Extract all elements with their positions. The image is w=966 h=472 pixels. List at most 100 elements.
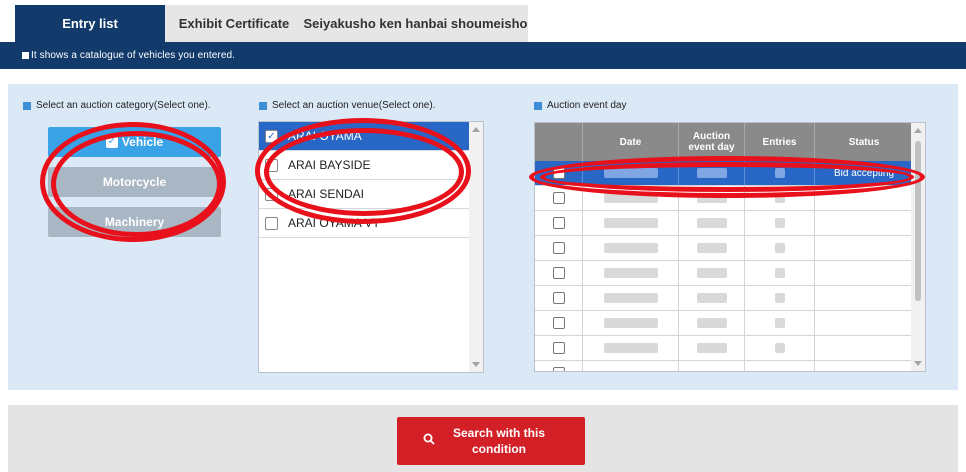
status-cell xyxy=(815,236,913,260)
scroll-down-arrow-icon[interactable] xyxy=(472,362,480,367)
checkbox-icon[interactable] xyxy=(552,217,565,229)
redacted-cell xyxy=(745,236,815,260)
checkbox-icon[interactable] xyxy=(552,342,565,354)
category-motorcycle-button[interactable]: Motorcycle xyxy=(48,167,221,197)
redacted-value xyxy=(603,218,658,228)
redacted-cell xyxy=(745,286,815,310)
scroll-up-arrow-icon[interactable] xyxy=(914,128,922,133)
tab-exhibit-certificate[interactable]: Exhibit Certificate xyxy=(165,5,303,42)
redacted-cell xyxy=(745,261,815,285)
redacted-cell xyxy=(745,211,815,235)
status-cell xyxy=(815,336,913,360)
redacted-value xyxy=(696,268,727,278)
table-row[interactable] xyxy=(535,211,913,236)
table-cell xyxy=(679,361,745,371)
scrollbar-thumb[interactable] xyxy=(915,141,921,301)
tab-seiyakusho[interactable]: Seiyakusho ken hanbai shoumeisho xyxy=(303,5,528,42)
venue-item[interactable]: ARAI SENDAI xyxy=(259,180,469,209)
event-table-header: Date Auction event day Entries Status xyxy=(535,123,913,161)
redacted-value xyxy=(603,168,658,178)
row-checkbox-cell xyxy=(535,311,583,335)
redacted-value xyxy=(774,168,785,178)
venue-title: Select an auction venue(Select one). xyxy=(259,100,435,111)
checkbox-checked-icon[interactable]: ✓ xyxy=(265,129,278,143)
search-button[interactable]: Search with this condition xyxy=(397,417,585,465)
table-row[interactable] xyxy=(535,336,913,361)
table-row[interactable] xyxy=(535,286,913,311)
scroll-up-arrow-icon[interactable] xyxy=(472,127,480,132)
header-checkbox-col xyxy=(535,123,583,161)
category-vehicle-button[interactable]: ✓ Vehicle xyxy=(48,127,221,157)
redacted-cell xyxy=(583,161,679,185)
redacted-value xyxy=(774,318,785,328)
redacted-cell xyxy=(679,336,745,360)
redacted-cell xyxy=(745,186,815,210)
redacted-cell xyxy=(679,161,745,185)
checkbox-icon[interactable] xyxy=(552,167,565,179)
tab-entry-list[interactable]: Entry list xyxy=(15,5,165,42)
category-machinery-button[interactable]: Machinery xyxy=(48,207,221,237)
redacted-cell xyxy=(583,186,679,210)
status-cell: Bid accepting xyxy=(815,161,913,185)
redacted-value xyxy=(603,343,658,353)
status-cell xyxy=(815,186,913,210)
redacted-cell xyxy=(583,336,679,360)
table-row[interactable] xyxy=(535,186,913,211)
checkbox-icon[interactable] xyxy=(552,292,565,304)
redacted-value xyxy=(774,343,785,353)
tab-bar: Entry list Exhibit Certificate Seiyakush… xyxy=(0,0,966,42)
checkbox-icon[interactable] xyxy=(552,242,565,254)
checkbox-icon[interactable] xyxy=(552,367,565,371)
venue-list[interactable]: ✓ ARAI OYAMA ARAI BAYSIDE ARAI SENDAI ARA… xyxy=(258,121,484,373)
table-row[interactable] xyxy=(535,236,913,261)
redacted-cell xyxy=(745,311,815,335)
redacted-value xyxy=(696,243,727,253)
redacted-value xyxy=(696,293,727,303)
redacted-cell xyxy=(583,261,679,285)
redacted-value xyxy=(774,293,785,303)
checkbox-checked-icon: ✓ xyxy=(105,136,118,148)
redacted-value xyxy=(774,193,785,203)
row-checkbox-cell xyxy=(535,286,583,310)
venue-scrollbar[interactable] xyxy=(469,122,483,372)
venue-item[interactable]: ✓ ARAI OYAMA xyxy=(259,122,469,151)
redacted-value xyxy=(774,243,785,253)
redacted-cell xyxy=(679,311,745,335)
redacted-value xyxy=(603,193,658,203)
venue-item[interactable]: ARAI OYAMA VT xyxy=(259,209,469,238)
redacted-value xyxy=(603,243,658,253)
table-row[interactable] xyxy=(535,311,913,336)
redacted-cell xyxy=(745,161,815,185)
redacted-cell xyxy=(679,236,745,260)
row-checkbox-cell xyxy=(535,236,583,260)
checkbox-icon[interactable] xyxy=(552,317,565,329)
redacted-cell xyxy=(679,211,745,235)
checkbox-icon[interactable] xyxy=(265,216,278,230)
redacted-value xyxy=(696,318,727,328)
redacted-value xyxy=(774,268,785,278)
table-row[interactable] xyxy=(535,361,913,371)
event-title: Auction event day xyxy=(534,100,627,111)
square-bullet-icon xyxy=(534,101,542,110)
square-bullet-icon xyxy=(23,101,31,110)
event-scrollbar[interactable] xyxy=(911,123,925,371)
redacted-value xyxy=(603,268,658,278)
checkbox-icon[interactable] xyxy=(265,158,278,172)
row-checkbox-cell xyxy=(535,186,583,210)
status-cell xyxy=(815,361,913,371)
checkbox-icon[interactable] xyxy=(265,187,278,201)
status-cell xyxy=(815,311,913,335)
table-cell xyxy=(745,361,815,371)
redacted-value xyxy=(696,218,727,228)
venue-item[interactable]: ARAI BAYSIDE xyxy=(259,151,469,180)
row-checkbox-cell xyxy=(535,261,583,285)
table-row[interactable] xyxy=(535,261,913,286)
table-row[interactable]: Bid accepting xyxy=(535,161,913,186)
status-cell xyxy=(815,211,913,235)
checkbox-icon[interactable] xyxy=(552,192,565,204)
redacted-cell xyxy=(679,261,745,285)
square-bullet-icon xyxy=(22,52,29,59)
redacted-cell xyxy=(679,186,745,210)
scroll-down-arrow-icon[interactable] xyxy=(914,361,922,366)
checkbox-icon[interactable] xyxy=(552,267,565,279)
